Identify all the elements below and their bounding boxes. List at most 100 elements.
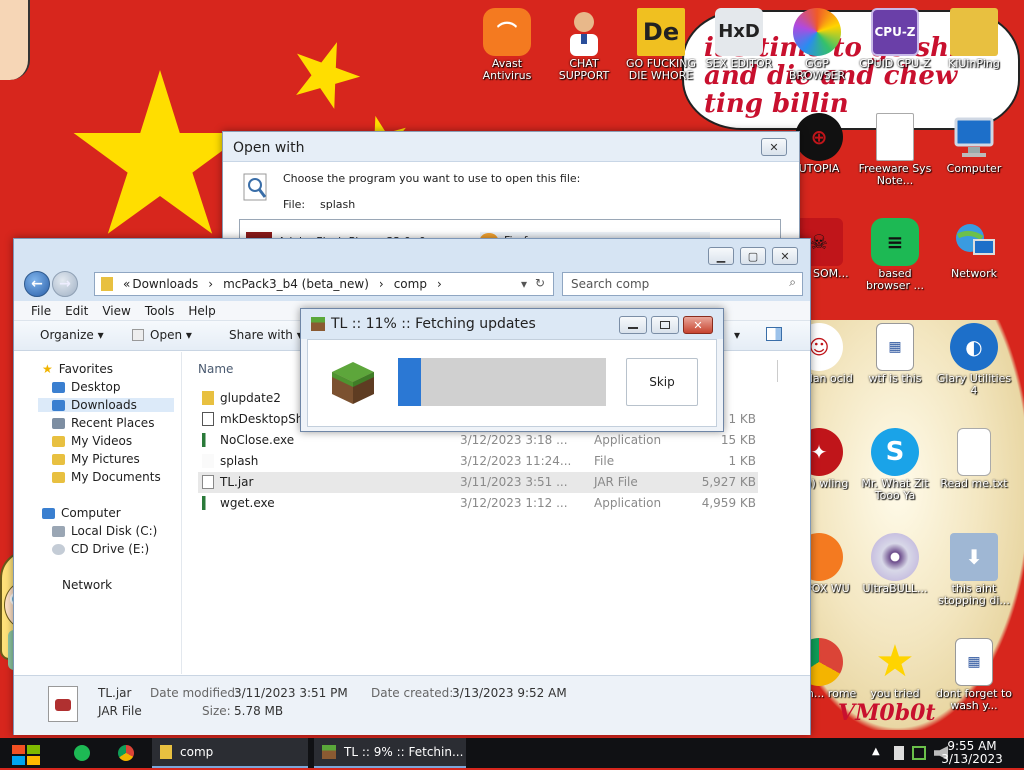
nav-computer[interactable]: Computer	[42, 506, 121, 520]
nav-cd-drive[interactable]: CD Drive (E:)	[52, 542, 149, 556]
taskbar-explorer-comp[interactable]: comp	[152, 738, 308, 768]
start-button[interactable]	[10, 743, 42, 765]
forward-button[interactable]: →	[52, 271, 78, 297]
utopia-icon: ⊕	[795, 113, 843, 161]
chevron-right-icon[interactable]: ›	[437, 277, 442, 291]
updater-body: Skip	[307, 339, 717, 427]
cd-drive-icon	[52, 543, 65, 555]
nav-recent-places[interactable]: Recent Places	[52, 416, 154, 430]
share-with-button[interactable]: Share with ▾	[229, 328, 303, 342]
desktop-icon-ultrabull[interactable]: UltraBULL...	[856, 533, 934, 595]
arrow-right-icon: →	[59, 276, 71, 292]
file-row[interactable]: NoClose.exe 3/12/2023 3:18 ... Applicati…	[198, 430, 758, 451]
breadcrumb-comp[interactable]: comp	[394, 277, 427, 291]
menu-tools[interactable]: Tools	[138, 301, 182, 320]
dropdown-arrow-icon[interactable]: ▾	[521, 277, 527, 291]
back-button[interactable]: ←	[24, 271, 50, 297]
desktop-icon-cpuz[interactable]: CPU-Z CPUID CPU-Z	[856, 8, 934, 70]
search-icon: ⌕	[789, 275, 796, 289]
skip-button[interactable]: Skip	[626, 358, 698, 406]
taskbar-chrome[interactable]	[110, 738, 140, 768]
desktop-icon-aint-stopping[interactable]: ⬇ this aint stopping di...	[935, 533, 1013, 607]
spotify-icon	[74, 745, 90, 761]
nav-local-disk[interactable]: Local Disk (C:)	[52, 524, 157, 538]
date-created-label: Date created:	[371, 686, 454, 700]
menu-file[interactable]: File	[24, 301, 58, 320]
maximize-button[interactable]	[651, 316, 679, 334]
date-modified-value: 3/11/2023 3:51 PM	[234, 686, 348, 700]
desktop-icon-skype[interactable]: S Mr. What Zit Tooo Ya	[856, 428, 934, 502]
refresh-icon[interactable]: ↻	[535, 276, 545, 290]
menu-edit[interactable]: Edit	[58, 301, 95, 320]
clock[interactable]: 9:55 AM 3/13/2023	[940, 740, 1004, 766]
desktop-icon-network[interactable]: Network	[935, 218, 1013, 280]
grass-block-icon	[311, 317, 325, 331]
chevron-up-icon[interactable]: ▲	[872, 746, 886, 760]
desktop-icon-dont-forget[interactable]: ▦ dont forget to wash y...	[935, 638, 1013, 712]
search-input[interactable]: Search comp ⌕	[562, 272, 803, 296]
nav-my-videos[interactable]: My Videos	[52, 434, 132, 448]
document-icon	[876, 113, 914, 161]
menu-view[interactable]: View	[95, 301, 137, 320]
close-button[interactable]: ✕	[761, 138, 787, 156]
taskbar-spotify[interactable]	[66, 738, 96, 768]
organize-button[interactable]: Organize ▾	[40, 328, 104, 342]
folder-user-icon	[950, 8, 998, 56]
maximize-button[interactable]: ▢	[740, 247, 766, 265]
open-button[interactable]: Open ▾	[132, 328, 192, 342]
file-row[interactable]: splash 3/12/2023 11:24... File 1 KB	[198, 451, 758, 472]
network-icon[interactable]	[912, 746, 926, 760]
chevron-right-icon[interactable]: ›	[208, 277, 213, 291]
desktop-icon-glary[interactable]: ◐ Glary Utilities 4	[935, 323, 1013, 397]
desktop-icon-computer[interactable]: Computer	[935, 113, 1013, 175]
chrome-icon	[118, 745, 134, 761]
jar-file-icon	[202, 475, 214, 489]
breadcrumb-overflow[interactable]: «	[123, 277, 130, 291]
preview-pane-icon[interactable]	[766, 327, 782, 341]
close-button[interactable]: ✕	[683, 316, 713, 334]
nav-my-documents[interactable]: My Documents	[52, 470, 161, 484]
chevron-right-icon[interactable]: ›	[379, 277, 384, 291]
desktop-icon-chat-support[interactable]: CHAT SUPPORT	[545, 8, 623, 82]
updater-titlebar[interactable]: TL :: 11% :: Fetching updates ✕	[301, 309, 723, 339]
open-with-titlebar[interactable]: Open with ✕	[223, 132, 799, 162]
view-options-arrow[interactable]: ▾	[734, 328, 740, 342]
nav-downloads[interactable]: Downloads	[38, 398, 174, 412]
nav-network[interactable]: Network	[62, 578, 112, 592]
minimize-button[interactable]	[619, 316, 647, 334]
nav-my-pictures[interactable]: My Pictures	[52, 452, 140, 466]
disc-icon	[871, 533, 919, 581]
gold-star-icon: ★	[875, 636, 915, 687]
nav-favorites[interactable]: ★ Favorites	[42, 362, 113, 376]
scrollbar-track[interactable]	[777, 360, 778, 382]
breadcrumb-downloads[interactable]: Downloads	[132, 277, 198, 291]
blank-file-icon	[202, 454, 214, 468]
minimize-button[interactable]: ▁	[708, 247, 734, 265]
updater-title: TL :: 11% :: Fetching updates	[331, 316, 536, 332]
shortcut-script-icon	[202, 412, 214, 426]
desktop-icon-sex-editor[interactable]: HxD SEX EDITOR	[700, 8, 778, 70]
breadcrumb-mcpack[interactable]: mcPack3_b4 (beta_new)	[223, 277, 369, 291]
file-row[interactable]: TL.jar 3/11/2023 3:51 ... JAR File 5,927…	[198, 472, 758, 493]
update-progress-bar	[398, 358, 606, 406]
taskbar-updater[interactable]: TL :: 9% :: Fetchin...	[314, 738, 466, 768]
address-bar[interactable]: « Downloads › mcPack3_b4 (beta_new) › co…	[94, 272, 554, 296]
desktop-icon-avast[interactable]: ⌒ Avast Antivirus	[468, 8, 546, 82]
column-name-header[interactable]: Name	[198, 362, 233, 376]
desktop-icon-wtf[interactable]: ▦ wtf is this	[856, 323, 934, 385]
file-row[interactable]: wget.exe 3/12/2023 1:12 ... Application …	[198, 493, 758, 514]
desktop-icon-you-tried[interactable]: ★ you tried	[856, 638, 934, 700]
desktop-icon-freeware[interactable]: Freeware Sys Note...	[856, 113, 934, 187]
close-button[interactable]: ✕	[772, 247, 798, 265]
desktop-icon-ggp-browser[interactable]: GGP BROWSER	[778, 8, 856, 82]
explorer-titlebar[interactable]: ▁ ▢ ✕	[14, 239, 810, 267]
desktop-icon-kiuinping[interactable]: KiUinPing	[935, 8, 1013, 70]
nav-desktop[interactable]: Desktop	[52, 380, 121, 394]
desktop-icon-go-die[interactable]: De GO FUCKING DIE WHORE	[622, 8, 700, 82]
desktop-icon-based-browser[interactable]: ≡ based browser ...	[856, 218, 934, 292]
menu-help[interactable]: Help	[181, 301, 222, 320]
desktop-icon-readme[interactable]: Read me.txt	[935, 428, 1013, 490]
details-file-type: JAR File	[98, 704, 142, 718]
file-label: File:	[283, 198, 306, 211]
flag-icon[interactable]	[894, 746, 904, 760]
